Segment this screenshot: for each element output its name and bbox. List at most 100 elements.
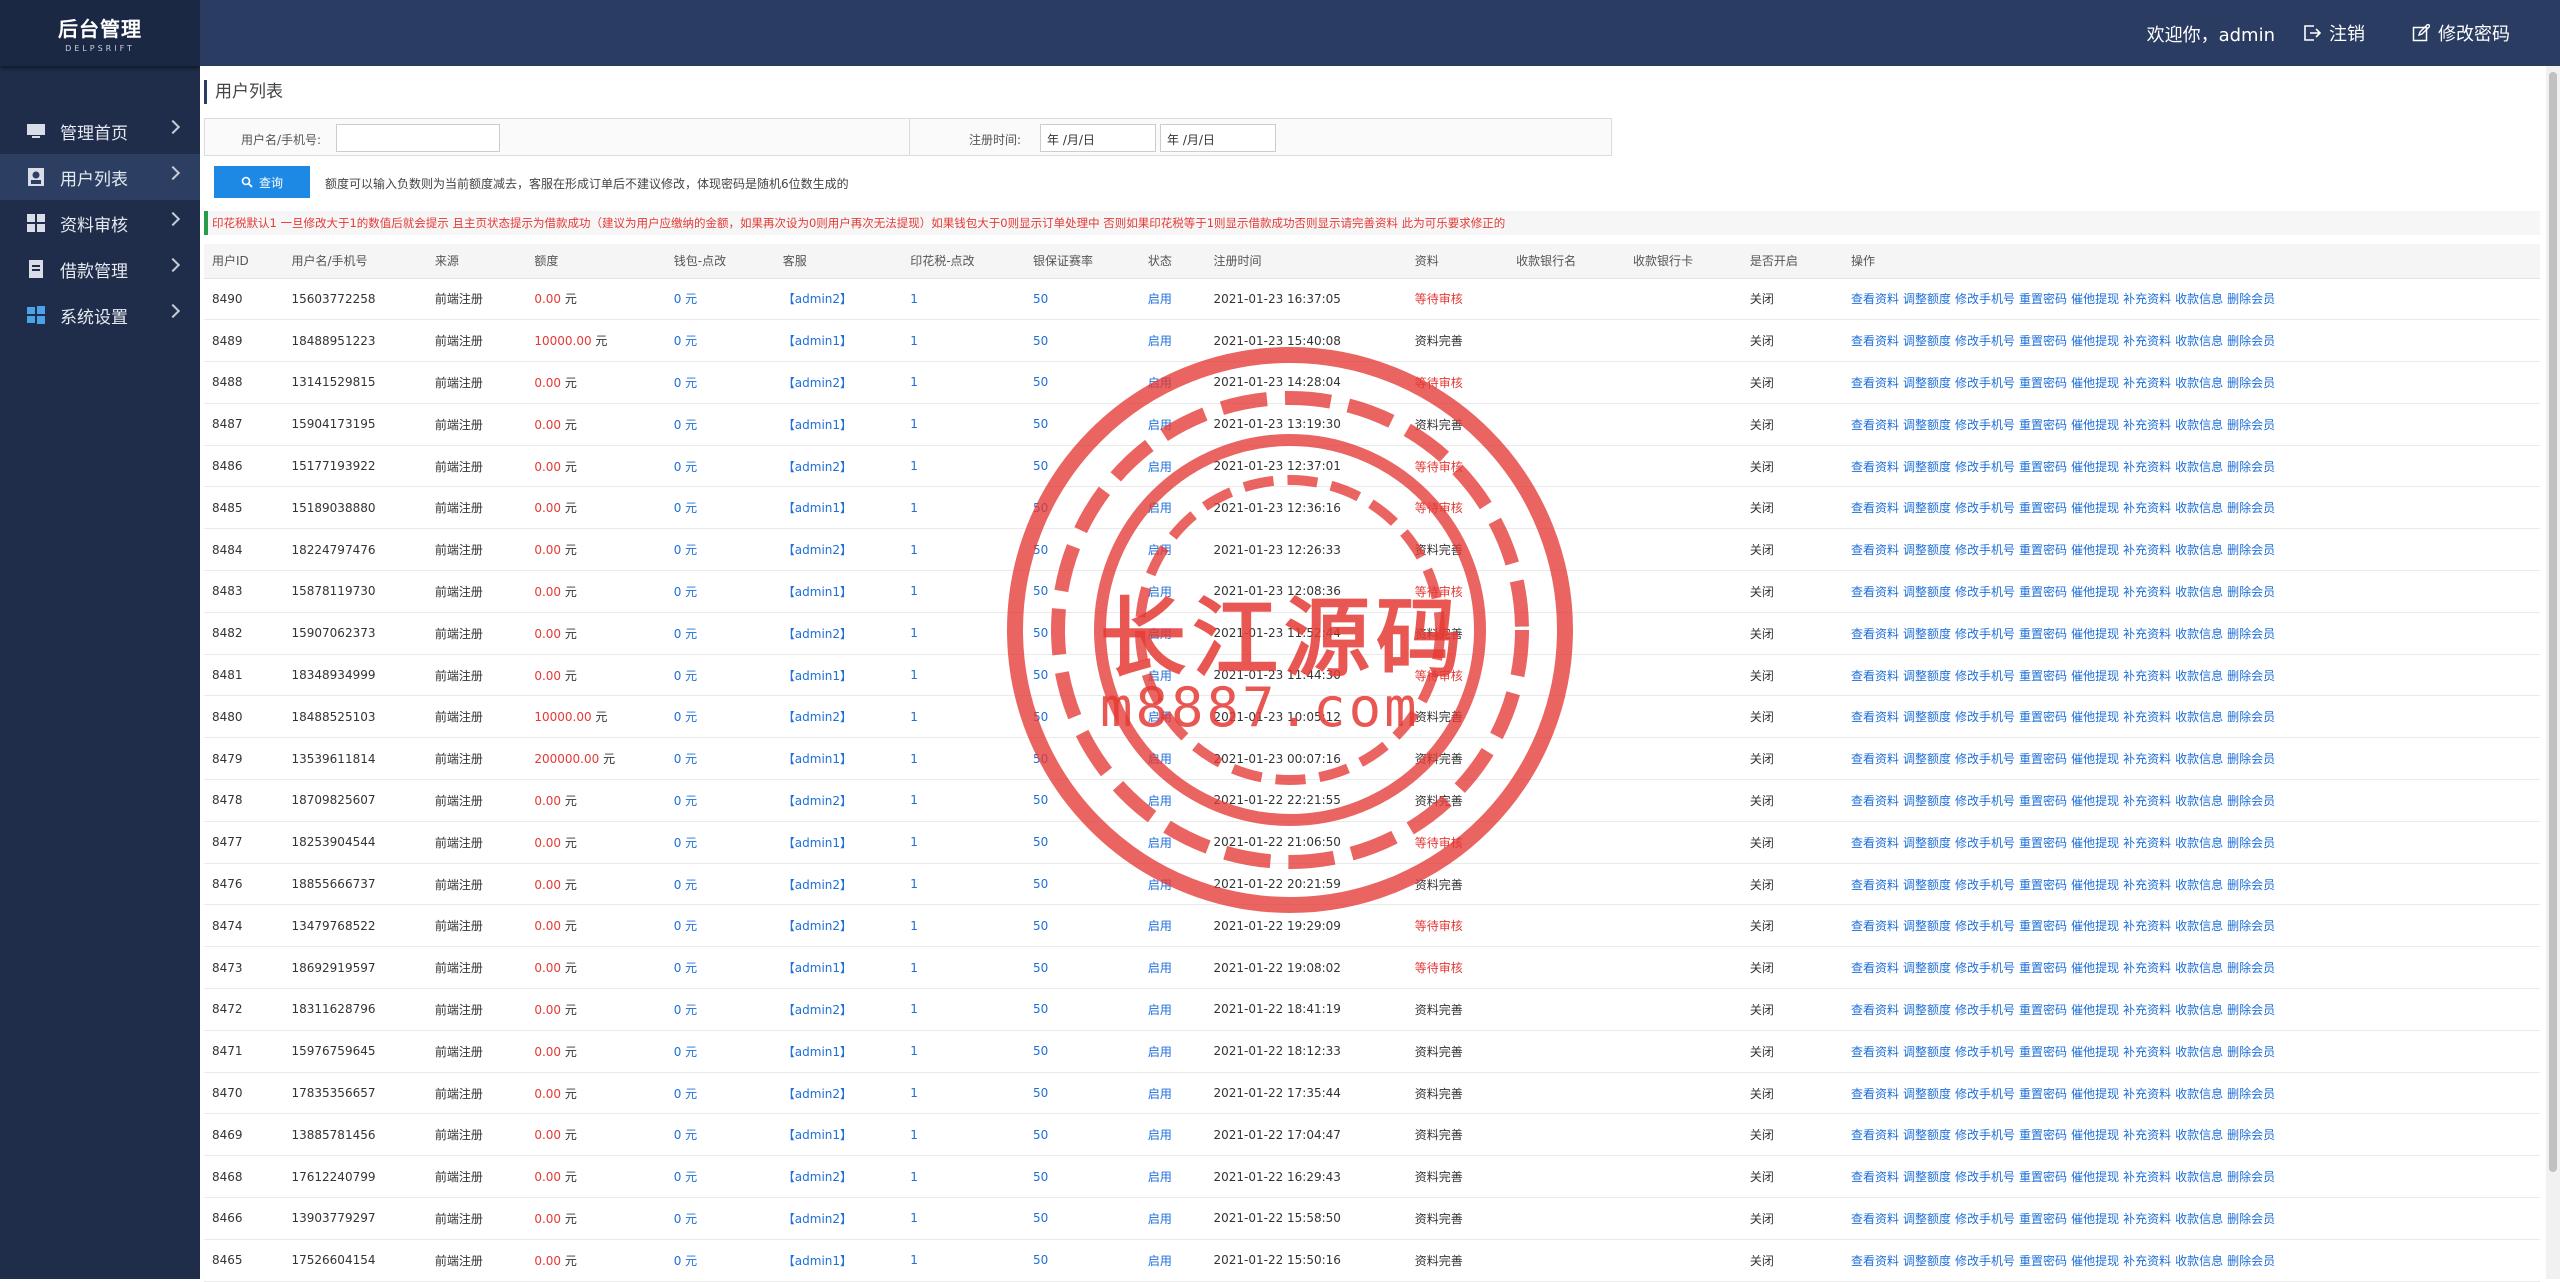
action-link[interactable]: 修改手机号 xyxy=(1955,1212,2015,1226)
action-link[interactable]: 删除会员 xyxy=(2227,627,2275,641)
cell-wallet[interactable]: 0 元 xyxy=(665,403,775,446)
action-link[interactable]: 重置密码 xyxy=(2019,334,2067,348)
action-link[interactable]: 补充资料 xyxy=(2123,1087,2171,1101)
cell-wallet[interactable]: 0 元 xyxy=(665,1155,775,1199)
action-link[interactable]: 补充资料 xyxy=(2123,501,2171,515)
action-link[interactable]: 调整额度 xyxy=(1903,501,1951,515)
action-link[interactable]: 修改手机号 xyxy=(1955,1045,2015,1059)
action-link[interactable]: 催他提现 xyxy=(2071,501,2119,515)
cell-wallet[interactable]: 0 元 xyxy=(665,863,775,906)
cell-status[interactable]: 启用 xyxy=(1139,528,1206,572)
cell-stamp-tax[interactable]: 1 xyxy=(902,445,1025,488)
action-link[interactable]: 修改手机号 xyxy=(1955,1003,2015,1017)
cell-rate[interactable]: 50 xyxy=(1025,1072,1140,1115)
cell-status[interactable]: 启用 xyxy=(1139,863,1206,906)
action-link[interactable]: 催他提现 xyxy=(2071,1254,2119,1268)
date-start-input[interactable]: 年 /月/日 xyxy=(1040,124,1156,152)
action-link[interactable]: 补充资料 xyxy=(2123,1212,2171,1226)
action-link[interactable]: 催他提现 xyxy=(2071,1128,2119,1142)
action-link[interactable]: 查看资料 xyxy=(1851,1003,1899,1017)
action-link[interactable]: 重置密码 xyxy=(2019,292,2067,306)
action-link[interactable]: 催他提现 xyxy=(2071,543,2119,557)
action-link[interactable]: 调整额度 xyxy=(1903,334,1951,348)
action-link[interactable]: 修改手机号 xyxy=(1955,919,2015,933)
cell-status[interactable]: 启用 xyxy=(1139,278,1206,321)
action-link[interactable]: 补充资料 xyxy=(2123,543,2171,557)
action-link[interactable]: 删除会员 xyxy=(2227,1212,2275,1226)
cell-stamp-tax[interactable]: 1 xyxy=(902,904,1025,948)
action-link[interactable]: 修改手机号 xyxy=(1955,1170,2015,1184)
cell-customer-service[interactable]: 【admin1】 xyxy=(774,946,903,990)
action-link[interactable]: 补充资料 xyxy=(2123,585,2171,599)
cell-customer-service[interactable]: 【admin2】 xyxy=(774,863,903,906)
action-link[interactable]: 查看资料 xyxy=(1851,585,1899,599)
action-link[interactable]: 重置密码 xyxy=(2019,418,2067,432)
cell-customer-service[interactable]: 【admin2】 xyxy=(774,612,903,655)
action-link[interactable]: 删除会员 xyxy=(2227,919,2275,933)
action-link[interactable]: 收款信息 xyxy=(2175,334,2223,348)
action-link[interactable]: 重置密码 xyxy=(2019,627,2067,641)
action-link[interactable]: 催他提现 xyxy=(2071,1212,2119,1226)
action-link[interactable]: 补充资料 xyxy=(2123,836,2171,850)
cell-rate[interactable]: 50 xyxy=(1025,361,1140,404)
sidebar-item-loans[interactable]: 借款管理 xyxy=(0,246,200,292)
action-link[interactable]: 补充资料 xyxy=(2123,627,2171,641)
cell-stamp-tax[interactable]: 1 xyxy=(902,319,1025,363)
cell-wallet[interactable]: 0 元 xyxy=(665,1239,775,1282)
action-link[interactable]: 重置密码 xyxy=(2019,1087,2067,1101)
action-link[interactable]: 删除会员 xyxy=(2227,501,2275,515)
action-link[interactable]: 收款信息 xyxy=(2175,1003,2223,1017)
action-link[interactable]: 重置密码 xyxy=(2019,585,2067,599)
action-link[interactable]: 查看资料 xyxy=(1851,1254,1899,1268)
cell-wallet[interactable]: 0 元 xyxy=(665,486,775,530)
action-link[interactable]: 调整额度 xyxy=(1903,418,1951,432)
action-link[interactable]: 查看资料 xyxy=(1851,543,1899,557)
action-link[interactable]: 修改手机号 xyxy=(1955,334,2015,348)
action-link[interactable]: 补充资料 xyxy=(2123,669,2171,683)
action-link[interactable]: 补充资料 xyxy=(2123,460,2171,474)
cell-wallet[interactable]: 0 元 xyxy=(665,737,775,781)
action-link[interactable]: 催他提现 xyxy=(2071,418,2119,432)
cell-stamp-tax[interactable]: 1 xyxy=(902,528,1025,572)
action-link[interactable]: 调整额度 xyxy=(1903,1087,1951,1101)
cell-customer-service[interactable]: 【admin2】 xyxy=(774,445,903,488)
action-link[interactable]: 重置密码 xyxy=(2019,752,2067,766)
action-link[interactable]: 修改手机号 xyxy=(1955,961,2015,975)
cell-rate[interactable]: 50 xyxy=(1025,1239,1140,1282)
action-link[interactable]: 重置密码 xyxy=(2019,460,2067,474)
cell-customer-service[interactable]: 【admin2】 xyxy=(774,1155,903,1199)
cell-stamp-tax[interactable]: 1 xyxy=(902,1197,1025,1240)
cell-wallet[interactable]: 0 元 xyxy=(665,779,775,822)
action-link[interactable]: 查看资料 xyxy=(1851,878,1899,892)
cell-stamp-tax[interactable]: 1 xyxy=(902,821,1025,864)
action-link[interactable]: 查看资料 xyxy=(1851,627,1899,641)
action-link[interactable]: 查看资料 xyxy=(1851,1087,1899,1101)
cell-status[interactable]: 启用 xyxy=(1139,695,1206,739)
action-link[interactable]: 查看资料 xyxy=(1851,418,1899,432)
action-link[interactable]: 补充资料 xyxy=(2123,292,2171,306)
cell-rate[interactable]: 50 xyxy=(1025,612,1140,655)
cell-customer-service[interactable]: 【admin2】 xyxy=(774,988,903,1031)
action-link[interactable]: 修改手机号 xyxy=(1955,794,2015,808)
action-link[interactable]: 收款信息 xyxy=(2175,1254,2223,1268)
action-link[interactable]: 补充资料 xyxy=(2123,1254,2171,1268)
action-link[interactable]: 补充资料 xyxy=(2123,334,2171,348)
action-link[interactable]: 查看资料 xyxy=(1851,794,1899,808)
action-link[interactable]: 调整额度 xyxy=(1903,836,1951,850)
action-link[interactable]: 收款信息 xyxy=(2175,418,2223,432)
action-link[interactable]: 重置密码 xyxy=(2019,1212,2067,1226)
cell-status[interactable]: 启用 xyxy=(1139,821,1206,864)
cell-rate[interactable]: 50 xyxy=(1025,1155,1140,1199)
action-link[interactable]: 补充资料 xyxy=(2123,961,2171,975)
cell-rate[interactable]: 50 xyxy=(1025,1113,1140,1157)
cell-customer-service[interactable]: 【admin1】 xyxy=(774,737,903,781)
cell-stamp-tax[interactable]: 1 xyxy=(902,779,1025,822)
cell-customer-service[interactable]: 【admin2】 xyxy=(774,779,903,822)
cell-customer-service[interactable]: 【admin1】 xyxy=(774,821,903,864)
action-link[interactable]: 催他提现 xyxy=(2071,961,2119,975)
action-link[interactable]: 催他提现 xyxy=(2071,669,2119,683)
action-link[interactable]: 补充资料 xyxy=(2123,794,2171,808)
cell-rate[interactable]: 50 xyxy=(1025,695,1140,739)
action-link[interactable]: 重置密码 xyxy=(2019,501,2067,515)
action-link[interactable]: 修改手机号 xyxy=(1955,1087,2015,1101)
